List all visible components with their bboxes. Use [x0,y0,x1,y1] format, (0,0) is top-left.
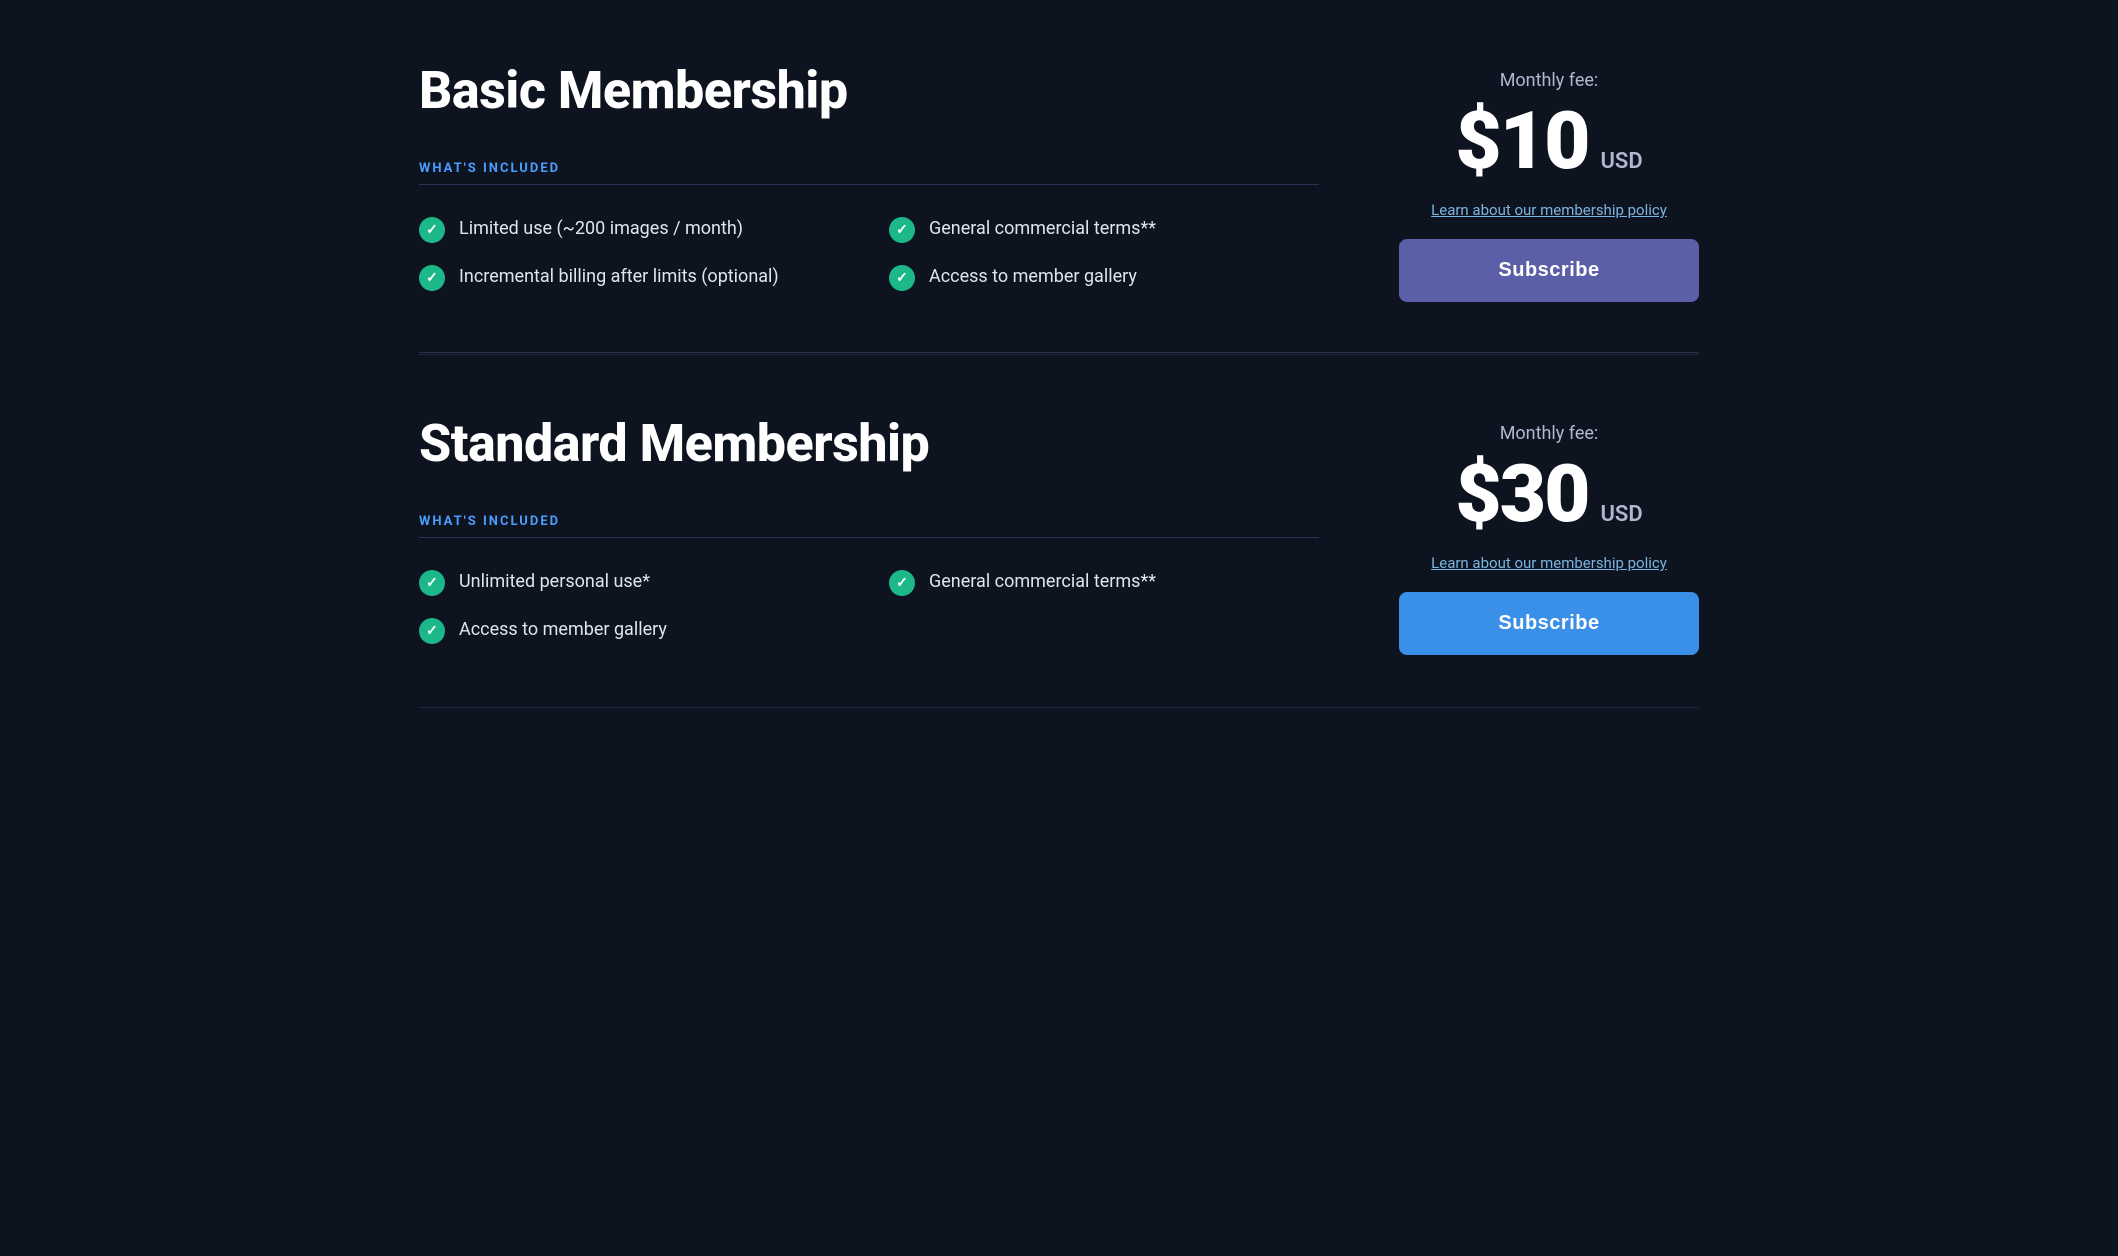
basic-feature-4: Access to member gallery [889,263,1319,291]
basic-feature-text-2: Incremental billing after limits (option… [459,263,779,290]
basic-membership-title: Basic Membership [419,60,1319,121]
standard-feature-text-1: Unlimited personal use* [459,568,650,595]
basic-membership-section: Basic Membership WHAT'S INCLUDED Limited… [419,0,1699,353]
basic-feature-3: General commercial terms** [889,215,1319,243]
basic-check-icon-4 [889,265,915,291]
basic-policy-link[interactable]: Learn about our membership policy [1399,201,1699,219]
standard-feature-2: Access to member gallery [419,616,849,644]
standard-check-icon-2 [419,618,445,644]
basic-feature-text-4: Access to member gallery [929,263,1137,290]
basic-monthly-fee-label: Monthly fee: [1399,70,1699,91]
basic-membership-left: Basic Membership WHAT'S INCLUDED Limited… [419,60,1319,291]
basic-divider [419,184,1319,185]
standard-feature-1: Unlimited personal use* [419,568,849,596]
basic-what-included-label: WHAT'S INCLUDED [419,161,1319,176]
standard-membership-right: Monthly fee: $30 USD Learn about our mem… [1359,413,1699,655]
standard-feature-3: General commercial terms** [889,568,1319,596]
basic-price-currency: USD [1600,149,1642,174]
standard-price-amount: $30 [1455,454,1588,534]
basic-subscribe-button[interactable]: Subscribe [1399,239,1699,302]
basic-price-amount: $10 [1455,101,1588,181]
standard-feature-text-3: General commercial terms** [929,568,1156,595]
basic-membership-right: Monthly fee: $10 USD Learn about our mem… [1359,60,1699,302]
basic-price-display: $10 USD [1399,101,1699,181]
standard-what-included-label: WHAT'S INCLUDED [419,514,1319,529]
standard-membership-left: Standard Membership WHAT'S INCLUDED Unli… [419,413,1319,644]
standard-subscribe-button[interactable]: Subscribe [1399,592,1699,655]
standard-check-icon-3 [889,570,915,596]
basic-check-icon-1 [419,217,445,243]
standard-price-display: $30 USD [1399,454,1699,534]
standard-divider [419,537,1319,538]
standard-features-grid: Unlimited personal use* General commerci… [419,568,1319,644]
standard-policy-link[interactable]: Learn about our membership policy [1399,554,1699,572]
basic-feature-text-3: General commercial terms** [929,215,1156,242]
basic-features-grid: Limited use (~200 images / month) Genera… [419,215,1319,291]
standard-monthly-fee-label: Monthly fee: [1399,423,1699,444]
basic-feature-text-1: Limited use (~200 images / month) [459,215,743,242]
standard-membership-section: Standard Membership WHAT'S INCLUDED Unli… [419,353,1699,705]
standard-feature-text-2: Access to member gallery [459,616,667,643]
basic-check-icon-3 [889,217,915,243]
basic-feature-2: Incremental billing after limits (option… [419,263,849,291]
basic-check-icon-2 [419,265,445,291]
standard-membership-title: Standard Membership [419,413,1319,474]
basic-feature-1: Limited use (~200 images / month) [419,215,849,243]
standard-check-icon-1 [419,570,445,596]
standard-price-currency: USD [1600,502,1642,527]
